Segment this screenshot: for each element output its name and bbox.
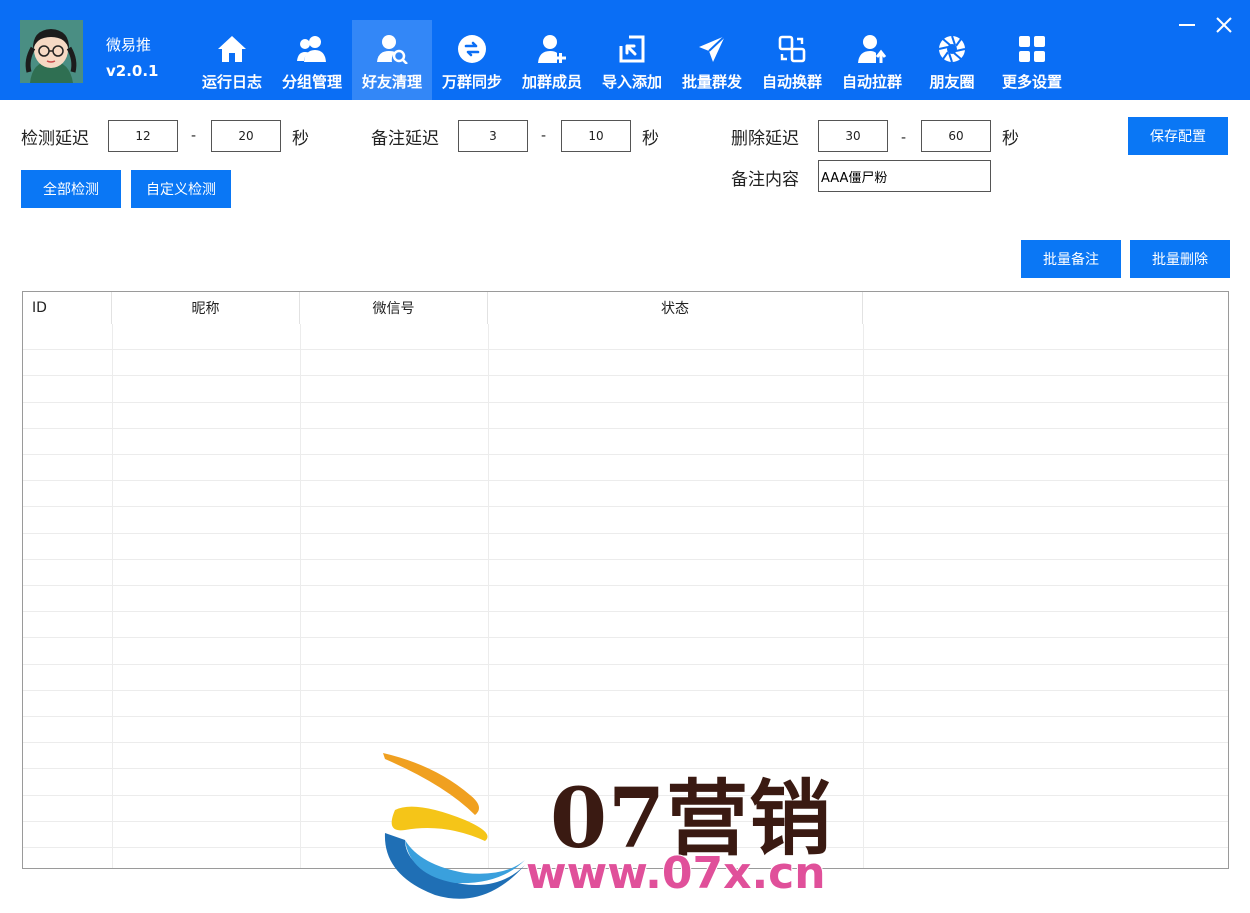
nav-item-more-settings[interactable]: 更多设置 [992,20,1072,100]
nav-item-group-sync[interactable]: 万群同步 [432,20,512,100]
send-icon [695,32,729,66]
remark-content-input[interactable] [818,160,991,192]
table-row[interactable] [23,324,1228,351]
nav-label: 万群同步 [441,73,502,91]
nav-label: 自动换群 [761,73,822,91]
nav-label: 分组管理 [281,73,342,91]
column-header-id[interactable]: ID [23,292,112,324]
nav-label: 运行日志 [201,73,262,91]
table-row[interactable] [23,481,1228,508]
remark-delay-min-input[interactable] [458,120,528,152]
nav-item-import-add[interactable]: 导入添加 [592,20,672,100]
app-avatar [20,20,83,83]
table-row[interactable] [23,403,1228,429]
column-divider [112,324,113,868]
watermark-url: www.07x.cn [525,847,827,900]
check-delay-min-input[interactable] [108,120,178,152]
nav-item-moments[interactable]: 朋友圈 [912,20,992,100]
nav-item-friend-cleanup[interactable]: 好友清理 [352,20,432,100]
nav-item-group-manage[interactable]: 分组管理 [272,20,352,100]
table-row[interactable] [23,560,1228,586]
users-icon [295,32,329,66]
check-delay-label: 检测延迟 [21,129,89,149]
table-row[interactable] [23,376,1228,403]
table-row[interactable] [23,665,1228,691]
delete-delay-label: 删除延迟 [731,129,799,149]
import-icon [615,32,649,66]
app-version: v2.0.1 [106,62,159,80]
table-row[interactable] [23,638,1228,665]
nav-item-auto-pull-group[interactable]: 自动拉群 [832,20,912,100]
nav-item-run-log[interactable]: 运行日志 [192,20,272,100]
seconds-unit: 秒 [1002,129,1019,149]
table-row[interactable] [23,350,1228,377]
nav-item-add-members[interactable]: 加群成员 [512,20,592,100]
minimize-icon[interactable] [1174,12,1200,38]
table-row[interactable] [23,691,1228,717]
table-row[interactable] [23,455,1228,482]
nav-label: 自动拉群 [841,73,902,91]
seconds-unit: 秒 [642,129,659,149]
app-name: 微易推 [106,36,152,54]
range-dash: - [901,130,907,146]
custom-check-button[interactable]: 自定义检测 [131,170,231,208]
table-row[interactable] [23,717,1228,744]
table-row[interactable] [23,534,1228,560]
swap-icon [775,32,809,66]
column-divider [300,324,301,868]
main-nav: 运行日志 分组管理 好友清理 万群同步 加群成员 导入添加 批量群发 自动换群 … [192,20,1072,100]
close-icon[interactable] [1211,12,1237,38]
seconds-unit: 秒 [292,129,309,149]
column-header-status[interactable]: 状态 [488,292,863,324]
user-add-icon [535,32,569,66]
table-row[interactable] [23,586,1228,613]
nav-label: 加群成员 [521,73,582,91]
table-row[interactable] [23,612,1228,639]
remark-delay-max-input[interactable] [561,120,631,152]
range-dash: - [191,128,197,144]
nav-item-batch-send[interactable]: 批量群发 [672,20,752,100]
table-row[interactable] [23,507,1228,534]
nav-label: 导入添加 [601,73,662,91]
aperture-icon [935,32,969,66]
check-delay-max-input[interactable] [211,120,281,152]
nav-item-auto-switch-group[interactable]: 自动换群 [752,20,832,100]
check-all-button[interactable]: 全部检测 [21,170,121,208]
table-row[interactable] [23,429,1228,455]
nav-label: 更多设置 [1001,73,1062,91]
range-dash: - [541,128,547,144]
delete-delay-min-input[interactable] [818,120,888,152]
table-header: ID 昵称 微信号 状态 [23,292,1228,324]
remark-delay-label: 备注延迟 [371,129,439,149]
user-up-icon [855,32,889,66]
remark-content-label: 备注内容 [731,170,799,190]
column-header-nickname[interactable]: 昵称 [112,292,300,324]
grid-icon [1015,32,1049,66]
home-icon [215,32,249,66]
batch-remark-button[interactable]: 批量备注 [1021,240,1121,278]
title-bar: 微易推 v2.0.1 运行日志 分组管理 好友清理 万群同步 加群成员 导入添加… [0,0,1250,100]
nav-label: 朋友圈 [929,73,975,91]
column-header-wechat-id[interactable]: 微信号 [300,292,488,324]
batch-delete-button[interactable]: 批量删除 [1130,240,1230,278]
nav-label: 好友清理 [361,73,422,91]
sync-icon [455,32,489,66]
nav-label: 批量群发 [681,73,742,91]
delete-delay-max-input[interactable] [921,120,991,152]
user-search-icon [375,32,409,66]
save-config-button[interactable]: 保存配置 [1128,117,1228,155]
